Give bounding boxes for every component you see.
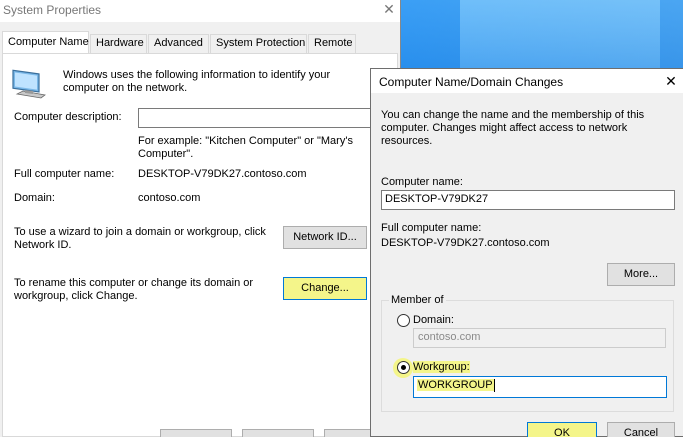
workgroup-radio-label: Workgroup:	[413, 361, 470, 374]
domain-radio[interactable]	[397, 314, 410, 327]
domain-value: contoso.com	[138, 192, 201, 204]
tab-advanced[interactable]: Advanced	[148, 34, 209, 53]
full-computer-name-value: DESKTOP-V79DK27.contoso.com	[381, 237, 550, 249]
tab-computer-name[interactable]: Computer Name	[2, 31, 89, 54]
computer-name-label: Computer name:	[381, 176, 463, 188]
workgroup-input[interactable]: WORKGROUP	[413, 376, 667, 398]
rename-text: To rename this computer or change its do…	[14, 277, 254, 302]
dialog-title: Computer Name/Domain Changes	[379, 75, 564, 89]
intro-text: Windows uses the following information t…	[63, 69, 331, 94]
computer-name-domain-changes-dialog: Computer Name/Domain Changes ✕ You can c…	[370, 68, 683, 437]
example-text: For example: "Kitchen Computer" or "Mary…	[138, 135, 353, 160]
computer-name-input[interactable]: DESKTOP-V79DK27	[381, 190, 675, 210]
tab-remote[interactable]: Remote	[308, 34, 356, 53]
workgroup-radio-label-text: Workgroup:	[413, 361, 470, 373]
ok-button[interactable]: OK	[527, 422, 597, 437]
cancel-button[interactable]: Cancel	[607, 422, 675, 437]
more-button[interactable]: More...	[607, 263, 675, 286]
dialog-titlebar: Computer Name/Domain Changes ✕	[371, 69, 683, 93]
text-caret	[493, 379, 495, 392]
computer-icon	[12, 69, 46, 99]
tab-system-protection[interactable]: System Protection	[210, 34, 307, 53]
tab-hardware[interactable]: Hardware	[90, 34, 147, 53]
full-computer-name-label: Full computer name:	[381, 222, 482, 234]
apply-button-partial[interactable]	[324, 429, 374, 437]
close-icon[interactable]: ✕	[661, 71, 681, 91]
domain-label: Domain:	[14, 192, 55, 204]
dialog-intro-text: You can change the name and the membersh…	[381, 109, 645, 147]
full-computer-name-value: DESKTOP-V79DK27.contoso.com	[138, 168, 307, 180]
system-properties-titlebar: System Properties ✕	[0, 0, 400, 22]
computer-description-label: Computer description:	[14, 111, 122, 123]
domain-radio-label: Domain:	[413, 314, 454, 326]
ok-button-partial[interactable]	[160, 429, 232, 437]
window-title: System Properties	[3, 3, 102, 17]
workgroup-radio[interactable]	[397, 361, 410, 374]
change-button[interactable]: Change...	[283, 277, 367, 300]
network-id-text: To use a wizard to join a domain or work…	[14, 226, 266, 251]
close-icon[interactable]: ✕	[378, 0, 400, 20]
workgroup-input-value: WORKGROUP	[417, 379, 494, 392]
computer-description-input[interactable]	[138, 108, 378, 128]
domain-input[interactable]: contoso.com	[413, 328, 666, 348]
member-of-label: Member of	[389, 294, 446, 306]
system-properties-window: System Properties ✕ Computer Name Hardwa…	[0, 0, 401, 437]
network-id-button[interactable]: Network ID...	[283, 226, 367, 249]
cancel-button-partial[interactable]	[242, 429, 314, 437]
full-computer-name-label: Full computer name:	[14, 168, 115, 180]
